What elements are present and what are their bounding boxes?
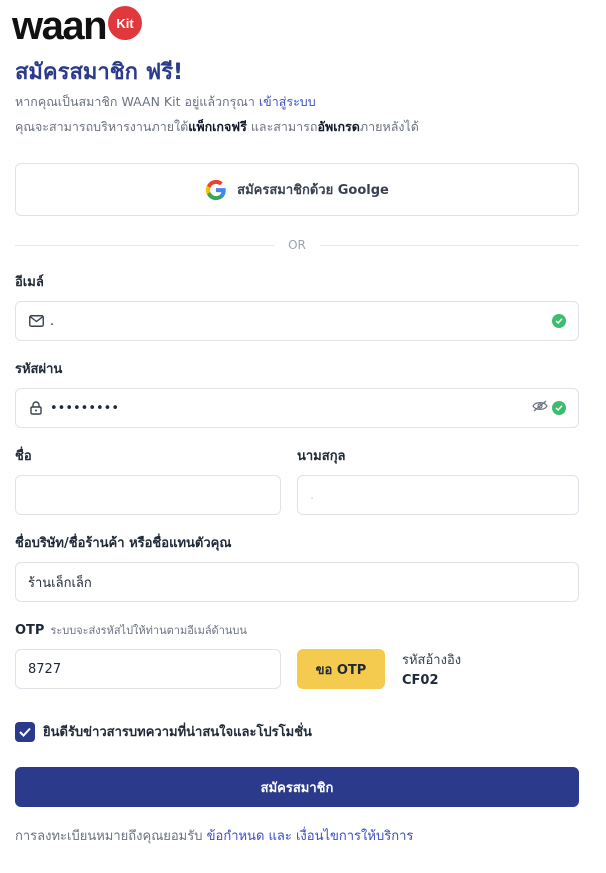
otp-field[interactable]: 8727 — [15, 649, 281, 689]
upgrade-text: อัพเกรด — [317, 119, 360, 134]
checkmark-icon — [19, 727, 31, 737]
or-divider: OR — [15, 236, 580, 254]
first-name-label: ชื่อ — [15, 449, 32, 464]
terms-notice: การลงทะเบียนหมายถึงคุณยอมรับ ข้อกำหนด แล… — [15, 828, 413, 846]
otp-label-text: OTP — [15, 623, 45, 638]
or-text: OR — [288, 238, 306, 252]
last-name-label: นามสกุล — [297, 449, 346, 464]
password-label: รหัสผ่าน — [15, 362, 63, 377]
divider-line-right — [319, 244, 580, 246]
package-info: คุณจะสามารถบริหารงานภายใต้แพ็กเกจฟรี และ… — [15, 118, 419, 136]
email-label: อีเมล์ — [15, 275, 44, 290]
otp-hint: ระบบจะส่งรหัสไปให้ท่านตามอีเมล์ด้านบน — [50, 624, 247, 637]
consent-checkbox[interactable] — [15, 721, 35, 742]
otp-reference: รหัสอ้างอิง CF02 — [402, 651, 461, 691]
waan-kit-logo: waan Kit — [12, 4, 143, 48]
eye-off-icon[interactable] — [532, 400, 548, 416]
lock-icon — [28, 400, 44, 416]
divider-line-left — [15, 244, 275, 246]
password-field[interactable]: ••••••••• — [15, 388, 579, 428]
google-icon — [206, 179, 226, 200]
mail-icon — [28, 313, 44, 329]
otp-label: OTP ระบบจะส่งรหัสไปให้ท่านตามอีเมล์ด้านบน — [15, 622, 247, 640]
company-field[interactable]: ร้านเล็กเล็ก — [15, 562, 579, 602]
company-value: ร้านเล็กเล็ก — [28, 575, 92, 591]
login-prompt-text: หากคุณเป็นสมาชิก WAAN Kit อยู่แล้วกรุณา — [15, 94, 259, 109]
first-name-field[interactable] — [15, 475, 281, 515]
logo-wordmark: waan — [12, 4, 108, 48]
valid-check-icon — [552, 401, 566, 415]
package-info-text: คุณจะสามารถบริหารงานภายใต้ — [15, 119, 189, 134]
newsletter-consent: ยินดีรับข่าวสารบทความที่น่าสนใจและโปรโมช… — [15, 721, 312, 742]
signup-submit-button[interactable]: สมัครสมาชิก — [15, 767, 579, 807]
email-field[interactable]: . — [15, 301, 579, 341]
login-link[interactable]: เข้าสู่ระบบ — [259, 94, 316, 109]
logo-badge: Kit — [108, 6, 143, 40]
email-value: . — [50, 313, 55, 329]
password-value: ••••••••• — [50, 400, 120, 416]
last-name-value: . — [310, 487, 315, 503]
request-otp-button[interactable]: ขอ OTP — [297, 649, 385, 689]
company-label: ชื่อบริษัท/ชื่อร้านค้า หรือชื่อแทนตัวคุณ — [15, 536, 232, 551]
terms-prefix: การลงทะเบียนหมายถึงคุณยอมรับ — [15, 829, 207, 844]
reference-code: CF02 — [402, 673, 439, 688]
package-info-text-2: และสามารถ — [246, 119, 318, 134]
free-package-text: แพ็กเกจฟรี — [188, 119, 247, 134]
package-info-text-3: ภายหลังได้ — [359, 119, 419, 134]
reference-label: รหัสอ้างอิง — [402, 653, 462, 668]
consent-label[interactable]: ยินดีรับข่าวสารบทความที่น่าสนใจและโปรโมช… — [43, 721, 312, 742]
terms-link[interactable]: ข้อกำหนด และ เงื่อนไขการให้บริการ — [207, 829, 414, 844]
google-signup-label: สมัครสมาชิกด้วย Goolge — [237, 183, 389, 198]
valid-check-icon — [552, 314, 566, 328]
page-title: สมัครสมาชิก ฟรี! — [15, 60, 184, 85]
google-signup-button[interactable]: สมัครสมาชิกด้วย Goolge — [15, 163, 579, 216]
last-name-field[interactable]: . — [297, 475, 579, 515]
otp-value: 8727 — [28, 661, 62, 677]
login-prompt: หากคุณเป็นสมาชิก WAAN Kit อยู่แล้วกรุณา … — [15, 93, 316, 111]
